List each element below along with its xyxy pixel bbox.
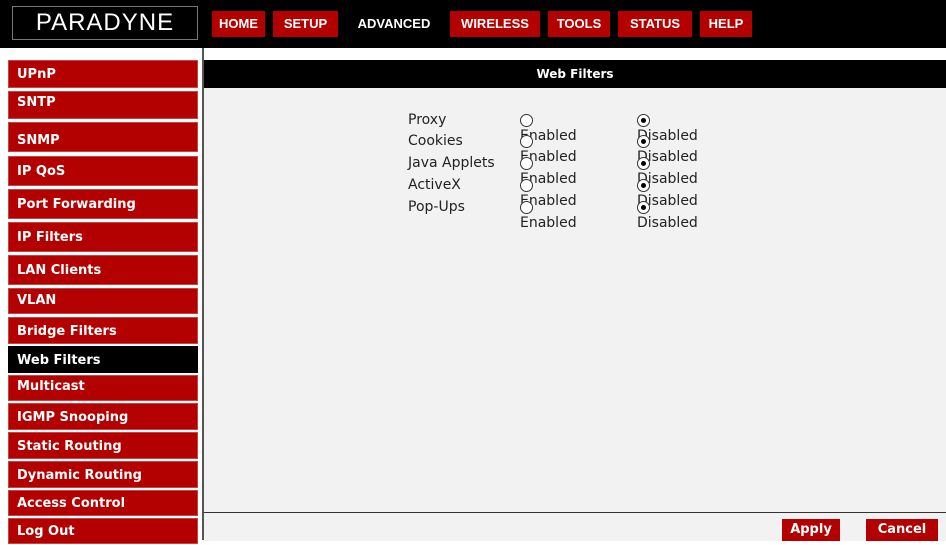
sidebar-item-static-routing[interactable]: Static Routing — [8, 432, 198, 459]
sidebar-item-upnp[interactable]: UPnP — [8, 60, 198, 88]
radio-icon — [520, 134, 533, 148]
radio-icon — [520, 200, 533, 214]
sidebar: UPnP SNTP SNMP IP QoS Port Forwarding IP… — [0, 48, 202, 544]
radio-checked-icon — [637, 134, 650, 148]
sidebar-item-bridge-filters[interactable]: Bridge Filters — [8, 317, 198, 344]
sidebar-item-multicast[interactable]: Multicast — [8, 375, 198, 401]
sidebar-item-igmp-snooping[interactable]: IGMP Snooping — [8, 403, 198, 430]
option-label: Java Applets — [408, 155, 495, 171]
option-label: Pop-Ups — [408, 199, 465, 215]
nav-tab-wireless[interactable]: WIRELESS — [450, 11, 540, 37]
sidebar-item-web-filters[interactable]: Web Filters — [8, 346, 198, 373]
option-label: Cookies — [408, 133, 463, 149]
cancel-button[interactable]: Cancel — [866, 519, 938, 541]
nav-tab-help[interactable]: HELP — [700, 11, 752, 37]
radio-checked-icon — [637, 113, 650, 127]
nav-tab-home[interactable]: HOME — [212, 11, 265, 37]
apply-button[interactable]: Apply — [782, 519, 840, 541]
main-panel: Web Filters Proxy Enabled Disabled Cooki… — [204, 60, 946, 541]
radio-icon — [520, 178, 533, 192]
header-spacer — [204, 48, 946, 60]
sidebar-item-dynamic-routing[interactable]: Dynamic Routing — [8, 461, 198, 488]
nav-tab-status[interactable]: STATUS — [618, 11, 692, 37]
sidebar-item-log-out[interactable]: Log Out — [8, 518, 198, 544]
sidebar-item-sntp[interactable]: SNTP — [8, 91, 198, 119]
brand-logo: PARADYNE — [12, 6, 198, 40]
radio-checked-icon — [637, 200, 650, 214]
sidebar-item-snmp[interactable]: SNMP — [8, 122, 198, 152]
page-title: Web Filters — [204, 60, 946, 88]
nav-tab-setup[interactable]: SETUP — [273, 11, 338, 37]
sidebar-item-access-control[interactable]: Access Control — [8, 490, 198, 516]
nav-tab-tools[interactable]: TOOLS — [548, 11, 610, 37]
top-bar: PARADYNE HOME SETUP ADVANCED WIRELESS TO… — [0, 0, 946, 48]
nav-tab-advanced[interactable]: ADVANCED — [346, 11, 442, 37]
sidebar-item-vlan[interactable]: VLAN — [8, 288, 198, 314]
sidebar-item-lan-clients[interactable]: LAN Clients — [8, 255, 198, 285]
sidebar-item-port-forwarding[interactable]: Port Forwarding — [8, 189, 198, 219]
radio-icon — [520, 113, 533, 127]
option-label: Proxy — [408, 112, 447, 128]
sidebar-item-ip-qos[interactable]: IP QoS — [8, 156, 198, 186]
pop-ups-enabled-radio[interactable]: Enabled — [520, 199, 577, 231]
pop-ups-disabled-radio[interactable]: Disabled — [637, 199, 698, 231]
option-label: ActiveX — [408, 177, 461, 193]
radio-checked-icon — [637, 156, 650, 170]
footer-bar: Apply Cancel — [204, 512, 946, 541]
sidebar-item-ip-filters[interactable]: IP Filters — [8, 222, 198, 252]
radio-icon — [520, 156, 533, 170]
radio-checked-icon — [637, 178, 650, 192]
